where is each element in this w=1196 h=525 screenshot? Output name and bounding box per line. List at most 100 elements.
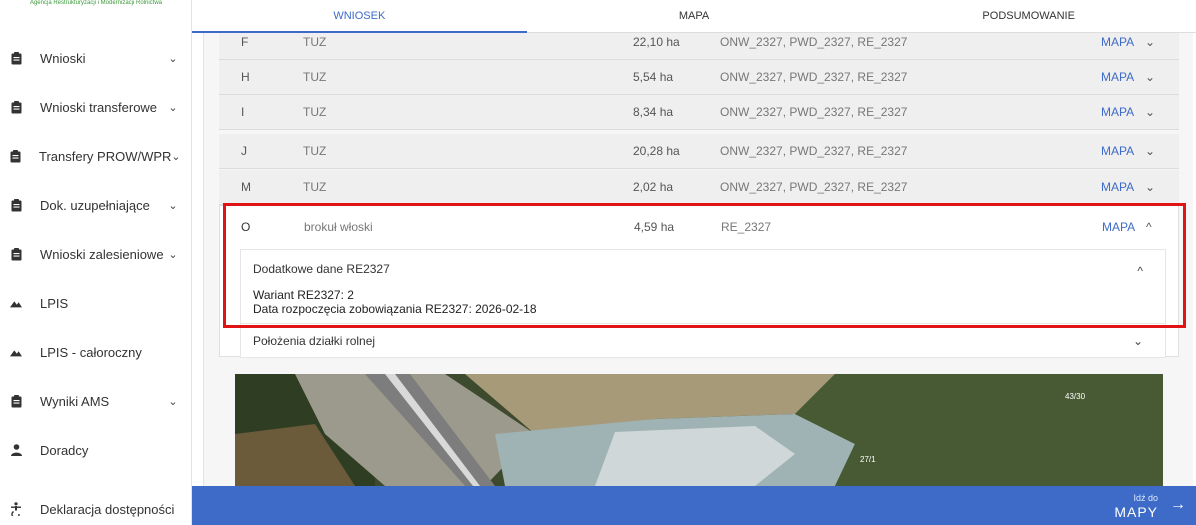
row-codes: ONW_2327, PWD_2327, RE_2327 bbox=[720, 180, 908, 194]
chevron-down-icon[interactable]: ⌄ bbox=[1145, 144, 1155, 158]
chevron-down-icon[interactable]: ⌄ bbox=[166, 248, 180, 261]
sidebar-item-label: Dok. uzupełniające bbox=[40, 197, 150, 213]
sidebar-item-label: Wyniki AMS bbox=[40, 393, 110, 409]
sidebar-item-lpis[interactable]: LPIS bbox=[0, 288, 192, 318]
row-letter: F bbox=[241, 35, 249, 49]
parcel-label: 27/1 bbox=[860, 455, 876, 464]
map-link[interactable]: MAPA bbox=[1102, 220, 1135, 234]
clipboard-icon bbox=[10, 100, 22, 114]
row-codes: ONW_2327, PWD_2327, RE_2327 bbox=[720, 35, 908, 49]
table-row[interactable]: O brokuł włoski 4,59 ha RE_2327 MAPA ^ bbox=[220, 206, 1178, 248]
row-crop: TUZ bbox=[303, 144, 327, 158]
chevron-down-icon[interactable]: ⌄ bbox=[166, 101, 180, 114]
row-letter: M bbox=[241, 180, 251, 194]
mountain-icon bbox=[10, 345, 22, 359]
tab-mapa[interactable]: MAPA bbox=[527, 0, 862, 32]
chevron-down-icon[interactable]: ⌄ bbox=[166, 395, 180, 408]
row-letter: H bbox=[241, 70, 250, 84]
bottom-bar: Idź do MAPY → bbox=[192, 486, 1196, 525]
sidebar-item-label: Wnioski bbox=[40, 50, 86, 66]
wariant-text: Wariant RE2327: 2 bbox=[253, 288, 354, 302]
sidebar-item-label: Deklaracja dostępności bbox=[40, 501, 175, 517]
chevron-down-icon[interactable]: ⌄ bbox=[1133, 334, 1143, 348]
map-link[interactable]: MAPA bbox=[1101, 180, 1134, 194]
row-crop: TUZ bbox=[303, 35, 327, 49]
chevron-down-icon[interactable]: ⌄ bbox=[166, 52, 180, 65]
sidebar-item-deklaracja[interactable]: Deklaracja dostępności bbox=[0, 494, 192, 524]
goto-big-label: MAPY bbox=[1114, 504, 1158, 520]
sidebar-item-label: LPIS - całoroczny bbox=[40, 344, 142, 360]
row-area: 2,02 ha bbox=[633, 180, 674, 194]
clipboard-icon bbox=[10, 198, 22, 212]
sidebar-item-doradcy[interactable]: Doradcy bbox=[0, 435, 192, 465]
chevron-up-icon[interactable]: ^ bbox=[1146, 220, 1152, 234]
chevron-down-icon[interactable]: ⌄ bbox=[166, 199, 180, 212]
row-area: 20,28 ha bbox=[633, 144, 680, 158]
row-letter: O bbox=[241, 220, 251, 234]
row-area: 5,54 ha bbox=[633, 70, 674, 84]
person-icon bbox=[10, 443, 22, 457]
accessibility-icon bbox=[10, 502, 22, 516]
sidebar-item-wnioski-transferowe[interactable]: Wnioski transferowe ⌄ bbox=[0, 92, 192, 122]
map-view[interactable]: 43/30 27/1 bbox=[235, 374, 1163, 486]
sidebar-item-label: LPIS bbox=[40, 295, 69, 311]
row-codes: ONW_2327, PWD_2327, RE_2327 bbox=[720, 70, 908, 84]
row-area: 8,34 ha bbox=[633, 105, 674, 119]
row-crop: TUZ bbox=[303, 180, 327, 194]
row-crop: TUZ bbox=[303, 105, 327, 119]
chevron-down-icon[interactable]: ⌄ bbox=[1145, 180, 1155, 194]
sidebar-item-label: Wnioski zalesieniowe bbox=[40, 246, 164, 262]
sidebar-item-transfery[interactable]: Transfery PROW/WPR ⌄ bbox=[0, 141, 192, 171]
polozenia-label: Położenia działki rolnej bbox=[253, 334, 376, 348]
sidebar-item-wyniki-ams[interactable]: Wyniki AMS ⌄ bbox=[0, 386, 192, 416]
goto-small-label: Idź do bbox=[1133, 493, 1158, 503]
row-area: 4,59 ha bbox=[634, 220, 675, 234]
polozenia-panel[interactable]: Położenia działki rolnej ⌄ bbox=[240, 324, 1166, 358]
go-to-map-button[interactable]: Idź do MAPY bbox=[1114, 493, 1158, 521]
map-link[interactable]: MAPA bbox=[1101, 105, 1134, 119]
table-row[interactable]: F TUZ 22,10 ha ONW_2327, PWD_2327, RE_23… bbox=[219, 33, 1179, 60]
start-date-text: Data rozpoczęcia zobowiązania RE2327: 20… bbox=[253, 302, 537, 316]
agency-name: Agencja Restrukturyzacji i Modernizacji … bbox=[29, 0, 163, 6]
mountain-icon bbox=[10, 296, 22, 310]
tab-bar: WNIOSEK MAPA PODSUMOWANIE bbox=[192, 0, 1196, 33]
row-letter: J bbox=[241, 144, 247, 158]
tab-podsumowanie[interactable]: PODSUMOWANIE bbox=[861, 0, 1196, 32]
aerial-map-image: 43/30 27/1 bbox=[235, 374, 1163, 486]
chevron-down-icon[interactable]: ⌄ bbox=[171, 150, 180, 163]
table-row[interactable]: M TUZ 2,02 ha ONW_2327, PWD_2327, RE_232… bbox=[219, 170, 1179, 205]
row-letter: I bbox=[241, 105, 245, 119]
chevron-down-icon[interactable]: ⌄ bbox=[1145, 105, 1155, 119]
sidebar-item-lpis-caloroczny[interactable]: LPIS - całoroczny bbox=[0, 337, 192, 367]
map-link[interactable]: MAPA bbox=[1101, 70, 1134, 84]
clipboard-icon bbox=[10, 149, 21, 163]
row-crop: TUZ bbox=[303, 70, 327, 84]
row-area: 22,10 ha bbox=[633, 35, 680, 49]
sidebar-item-dok-uzupelniajace[interactable]: Dok. uzupełniające ⌄ bbox=[0, 190, 192, 220]
arrow-right-icon[interactable]: → bbox=[1170, 496, 1186, 514]
parcel-label: 43/30 bbox=[1065, 392, 1086, 401]
sidebar-item-wnioski-zalesieniowe[interactable]: Wnioski zalesieniowe ⌄ bbox=[0, 239, 192, 269]
details-title: Dodatkowe dane RE2327 bbox=[253, 262, 390, 276]
chevron-up-icon[interactable]: ^ bbox=[1137, 264, 1143, 278]
clipboard-icon bbox=[10, 247, 22, 261]
table-row[interactable]: I TUZ 8,34 ha ONW_2327, PWD_2327, RE_232… bbox=[219, 95, 1179, 130]
clipboard-icon bbox=[10, 51, 22, 65]
sidebar-item-label: Doradcy bbox=[40, 442, 89, 458]
table-row[interactable]: H TUZ 5,54 ha ONW_2327, PWD_2327, RE_232… bbox=[219, 60, 1179, 95]
row-crop: brokuł włoski bbox=[304, 220, 373, 234]
sidebar-item-wnioski[interactable]: Wnioski ⌄ bbox=[0, 43, 192, 73]
app-root: Agencja Restrukturyzacji i Modernizacji … bbox=[0, 0, 1196, 525]
clipboard-icon bbox=[10, 394, 22, 408]
sidebar-item-label: Transfery PROW/WPR bbox=[39, 148, 172, 164]
sidebar: Agencja Restrukturyzacji i Modernizacji … bbox=[0, 0, 192, 525]
row-codes: ONW_2327, PWD_2327, RE_2327 bbox=[720, 105, 908, 119]
tab-wniosek[interactable]: WNIOSEK bbox=[192, 0, 527, 33]
chevron-down-icon[interactable]: ⌄ bbox=[1145, 70, 1155, 84]
map-link[interactable]: MAPA bbox=[1101, 144, 1134, 158]
chevron-down-icon[interactable]: ⌄ bbox=[1145, 35, 1155, 49]
row-codes: ONW_2327, PWD_2327, RE_2327 bbox=[720, 144, 908, 158]
expanded-row: O brokuł włoski 4,59 ha RE_2327 MAPA ^ D… bbox=[219, 205, 1179, 358]
map-link[interactable]: MAPA bbox=[1101, 35, 1134, 49]
table-row[interactable]: J TUZ 20,28 ha ONW_2327, PWD_2327, RE_23… bbox=[219, 134, 1179, 169]
